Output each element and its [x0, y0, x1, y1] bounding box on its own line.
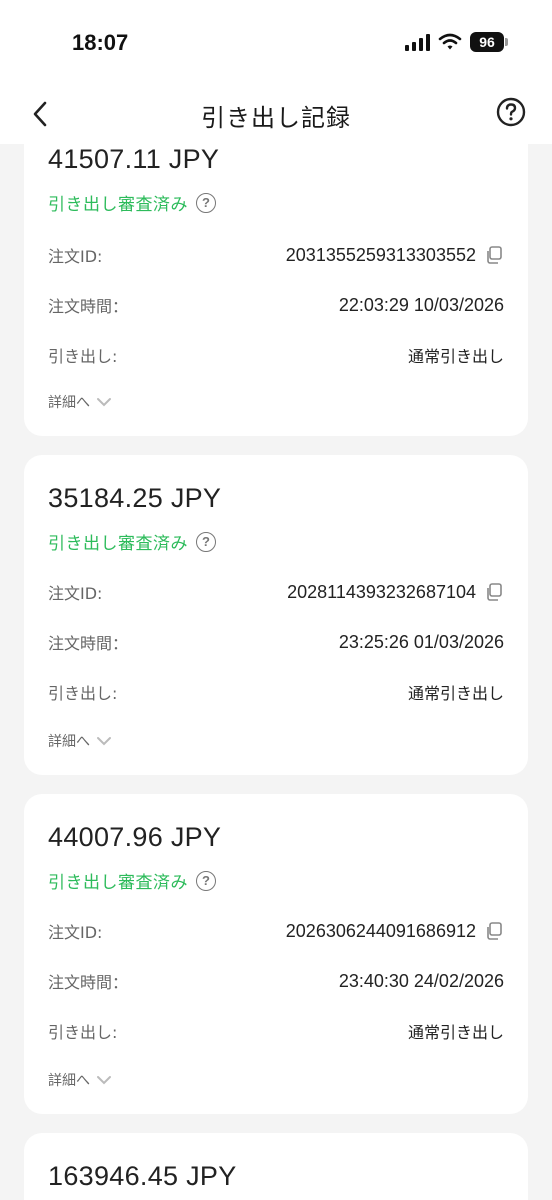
status-icons: 96: [405, 32, 508, 52]
chevron-down-icon: [97, 737, 111, 746]
details-toggle[interactable]: 詳細へ: [48, 731, 112, 751]
order-time-value: 23:25:26 01/03/2026: [338, 631, 504, 652]
chevron-down-icon: [97, 1076, 111, 1085]
copy-icon[interactable]: [484, 921, 504, 941]
copy-icon[interactable]: [484, 582, 504, 602]
withdrawal-type-label: 引き出し:: [48, 347, 118, 366]
status-text: 引き出し審査済み: [48, 873, 188, 893]
withdrawal-type-value: 通常引き出し: [407, 1023, 504, 1042]
order-time-value: 22:03:29 10/03/2026: [338, 294, 504, 315]
record-amount: 41507.11 JPY: [48, 144, 220, 174]
copy-icon[interactable]: [484, 245, 504, 265]
order-id-row: 注文ID: 2031355259313303552: [48, 242, 504, 268]
order-id-label: 注文ID:: [48, 923, 103, 942]
order-id-value: 2026306244091686912: [286, 921, 504, 942]
withdrawal-type-value: 通常引き出し: [407, 684, 504, 703]
cellular-signal-icon: [405, 33, 430, 51]
page-title: 引き出し記録: [201, 104, 351, 132]
screen: 41507.11 JPY 引き出し審査済み ? 注文ID: 2031355259…: [0, 0, 552, 1200]
status-help-icon[interactable]: ?: [196, 192, 216, 213]
withdrawal-record-card[interactable]: 163946.45 JPY: [24, 1133, 528, 1200]
withdrawal-type-value: 通常引き出し: [407, 347, 504, 366]
withdrawal-type-row: 引き出し: 通常引き出し: [48, 342, 504, 368]
order-time-row: 注文時間： 22:03:29 10/03/2026: [48, 292, 504, 318]
record-status: 引き出し審査済み ?: [48, 529, 216, 554]
order-id-row: 注文ID: 2026306244091686912: [48, 918, 504, 944]
record-amount: 163946.45 JPY: [48, 1161, 237, 1191]
order-id-text: 2031355259313303552: [285, 244, 476, 265]
order-id-label: 注文ID:: [48, 247, 103, 266]
record-amount: 35184.25 JPY: [48, 483, 222, 513]
record-amount: 44007.96 JPY: [48, 822, 222, 852]
record-status: 引き出し審査済み ?: [48, 190, 216, 215]
withdrawal-type-row: 引き出し: 通常引き出し: [48, 679, 504, 705]
chevron-down-icon: [97, 398, 111, 407]
battery-level: 96: [479, 34, 495, 50]
battery-icon: 96: [470, 32, 508, 52]
details-toggle[interactable]: 詳細へ: [48, 392, 112, 412]
order-time-label: 注文時間：: [48, 973, 129, 992]
order-id-row: 注文ID: 2028114393232687104: [48, 579, 504, 605]
status-help-icon[interactable]: ?: [196, 870, 216, 891]
status-time: 18:07: [72, 30, 129, 55]
record-status: 引き出し審査済み ?: [48, 868, 216, 893]
order-id-label: 注文ID:: [48, 584, 103, 603]
withdrawal-record-card[interactable]: 44007.96 JPY 引き出し審査済み ? 注文ID: 2026306244…: [24, 794, 528, 1114]
status-help-icon[interactable]: ?: [196, 531, 216, 552]
order-id-value: 2031355259313303552: [286, 245, 504, 266]
withdrawal-type-label: 引き出し:: [48, 1023, 118, 1042]
withdrawal-record-card[interactable]: 41507.11 JPY 引き出し審査済み ? 注文ID: 2031355259…: [24, 110, 528, 436]
withdrawal-type-label: 引き出し:: [48, 684, 118, 703]
withdrawal-type-row: 引き出し: 通常引き出し: [48, 1018, 504, 1044]
withdrawal-record-list[interactable]: 41507.11 JPY 引き出し審査済み ? 注文ID: 2031355259…: [0, 0, 552, 1200]
order-id-text: 2026306244091686912: [285, 920, 476, 941]
status-text: 引き出し審査済み: [48, 534, 188, 554]
details-toggle[interactable]: 詳細へ: [48, 1070, 112, 1090]
order-time-label: 注文時間：: [48, 297, 129, 316]
nav-bar: 引き出し記録: [0, 86, 552, 144]
status-bar: 18:07 96: [0, 0, 552, 86]
order-id-text: 2028114393232687104: [287, 581, 476, 602]
wifi-icon: [438, 33, 462, 50]
withdrawal-record-card[interactable]: 35184.25 JPY 引き出し審査済み ? 注文ID: 2028114393…: [24, 455, 528, 775]
order-time-label: 注文時間：: [48, 634, 129, 653]
order-id-value: 2028114393232687104: [287, 582, 504, 603]
details-label: 詳細へ: [48, 1073, 90, 1089]
order-time-row: 注文時間： 23:25:26 01/03/2026: [48, 629, 504, 655]
order-time-row: 注文時間： 23:40:30 24/02/2026: [48, 968, 504, 994]
order-time-value: 23:40:30 24/02/2026: [338, 970, 504, 991]
question-circle-icon[interactable]: [496, 97, 526, 127]
details-label: 詳細へ: [48, 734, 90, 750]
details-label: 詳細へ: [48, 395, 90, 411]
status-text: 引き出し審査済み: [48, 195, 188, 215]
